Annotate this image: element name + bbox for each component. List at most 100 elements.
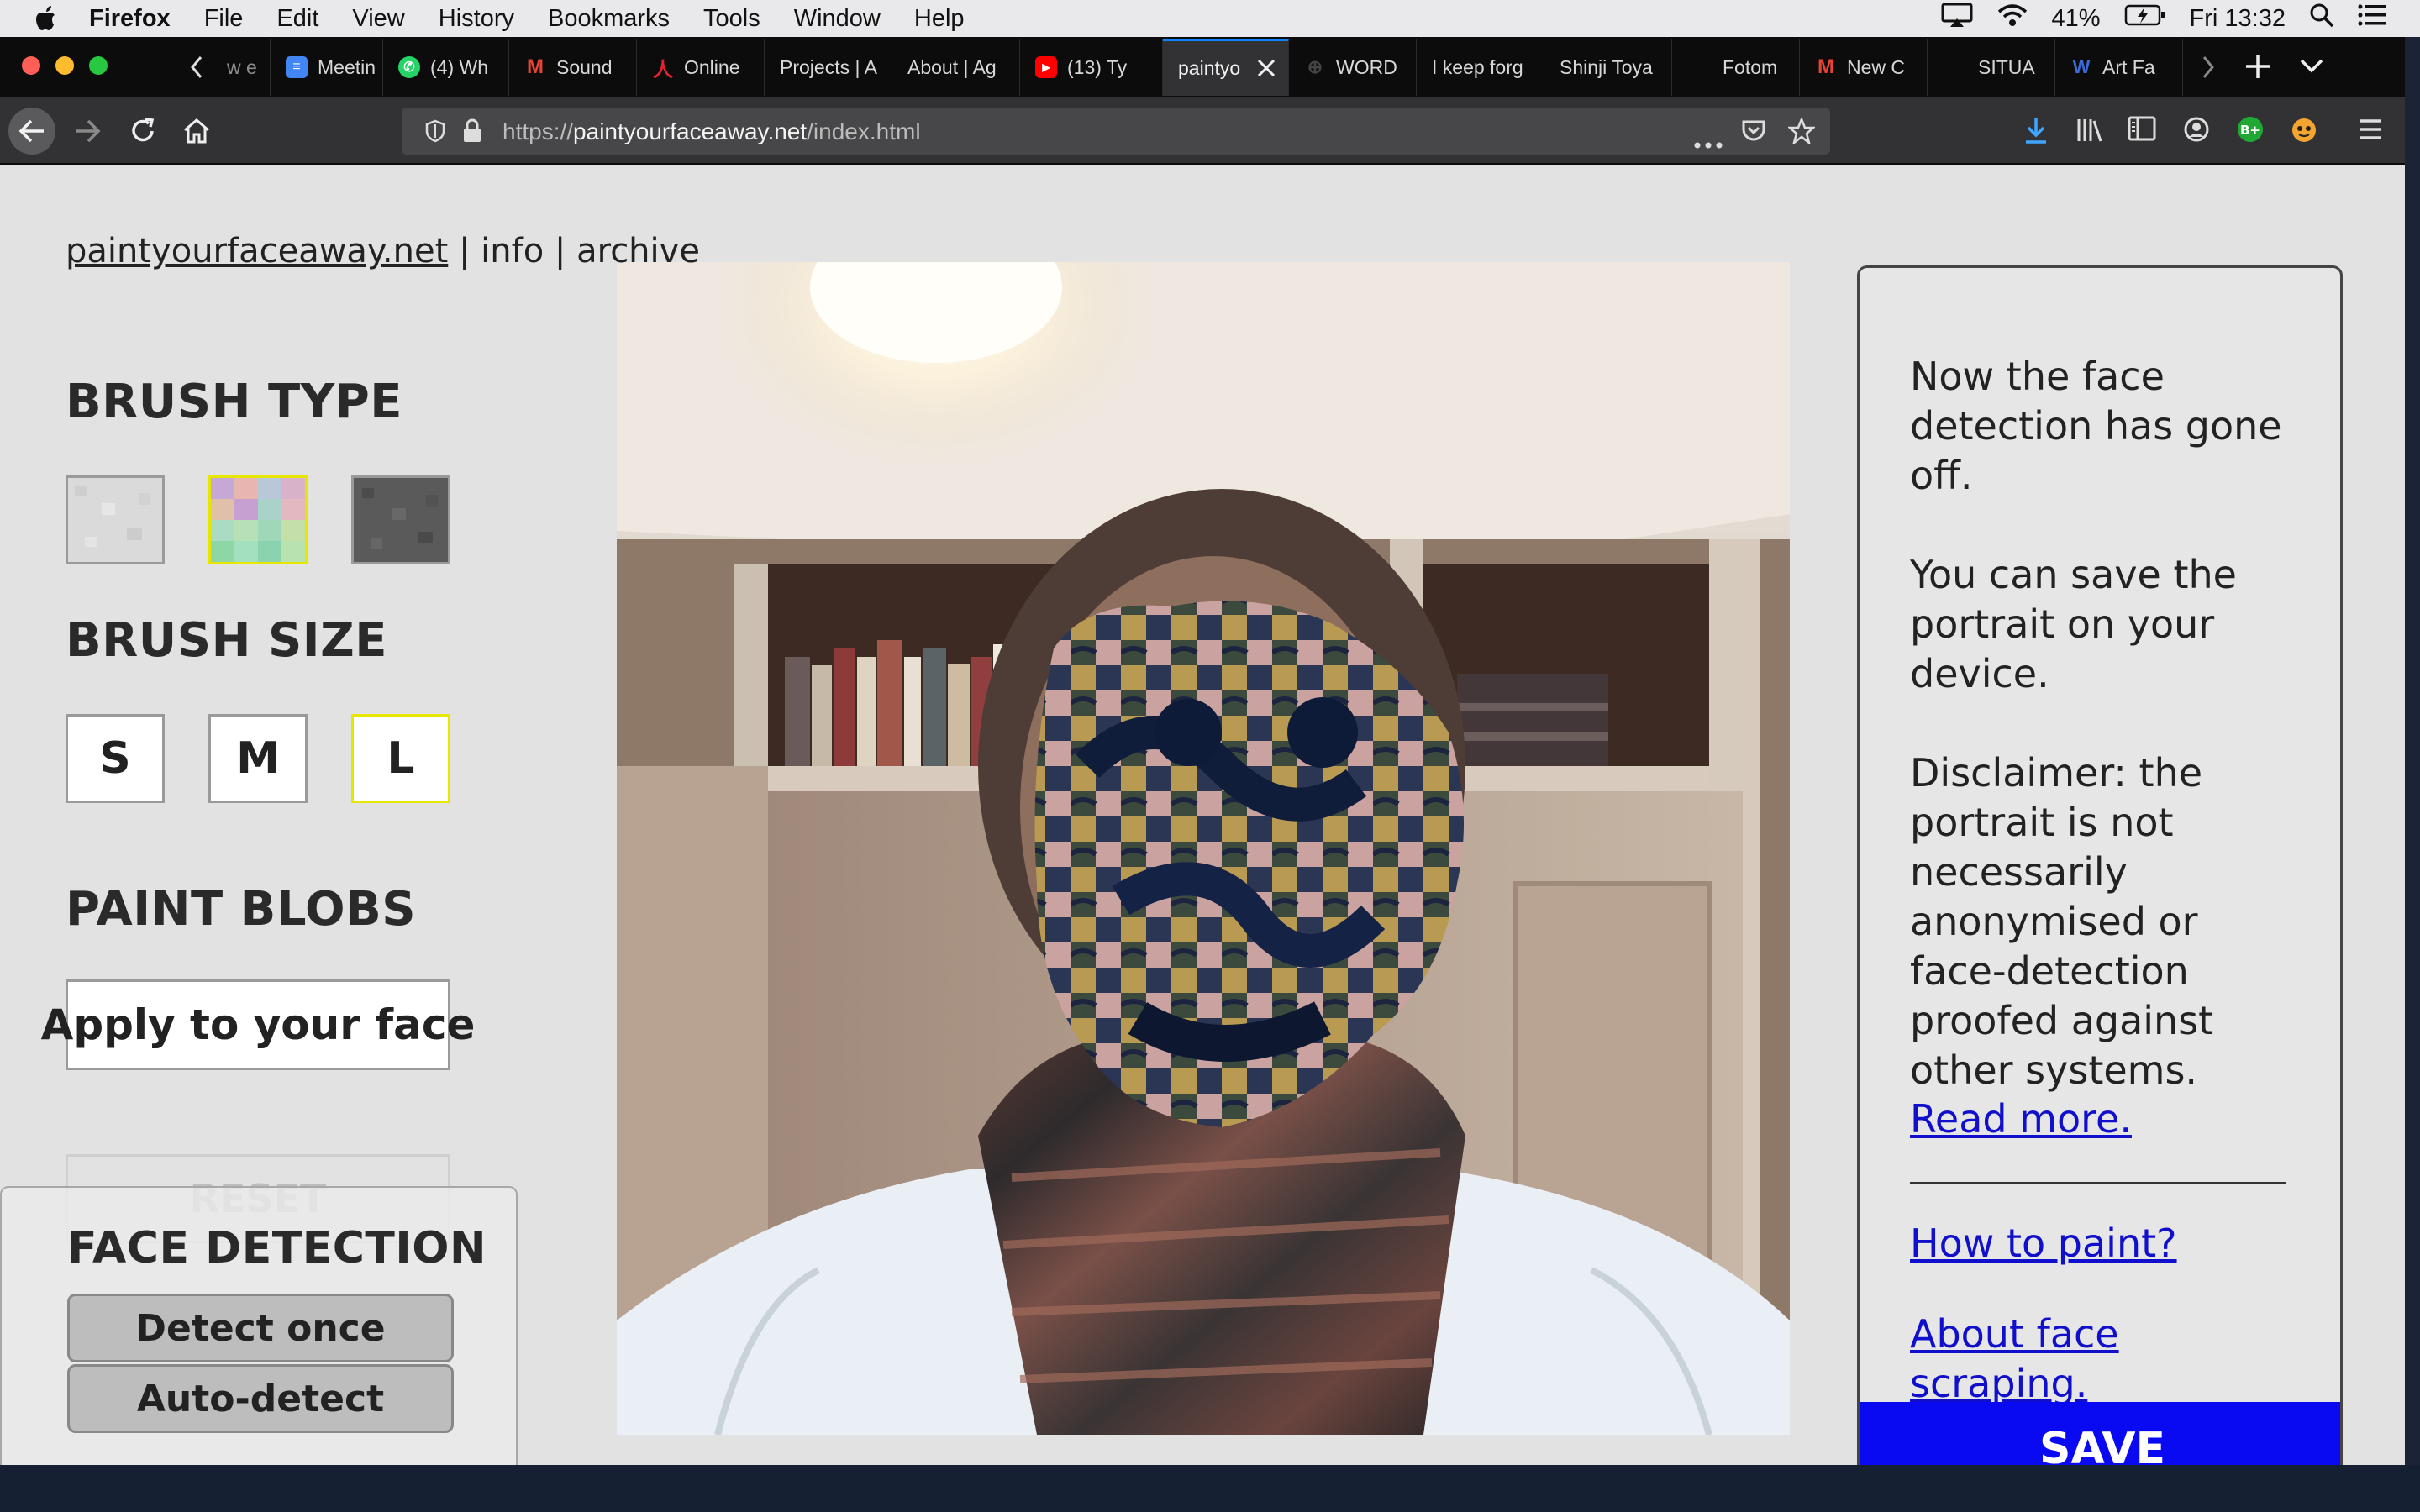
menu-tools[interactable]: Tools xyxy=(703,5,760,33)
reload-button[interactable] xyxy=(119,108,166,155)
menu-view[interactable]: View xyxy=(352,5,404,33)
brush-size-heading: BRUSH SIZE xyxy=(66,613,387,668)
panel-divider xyxy=(1910,1182,2286,1184)
panel-save-info-text: You can save the portrait on your device… xyxy=(1910,552,2237,696)
menu-bookmarks[interactable]: Bookmarks xyxy=(548,5,670,33)
menu-clock[interactable]: Fri 13:32 xyxy=(2190,5,2286,33)
close-tab-icon[interactable] xyxy=(1256,58,1276,83)
wordpress-icon: W xyxy=(2072,56,2091,77)
page-actions-ellipsis-icon[interactable] xyxy=(1694,128,1723,155)
mac-menu-bar: Firefox File Edit View History Bookmarks… xyxy=(0,0,2420,37)
menu-window[interactable]: Window xyxy=(794,5,881,33)
browser-window: w e ≡ Meetin ✆ (4) Wh M Sound 人 Online P… xyxy=(0,37,2405,1465)
new-tab-icon[interactable] xyxy=(2244,52,2272,84)
menu-help[interactable]: Help xyxy=(914,5,965,33)
auto-detect-button[interactable]: Auto-detect xyxy=(67,1364,454,1433)
tab-item[interactable]: ✆ (4) Wh xyxy=(383,39,509,96)
menu-file[interactable]: File xyxy=(204,5,244,33)
how-to-paint-link[interactable]: How to paint? xyxy=(1910,1219,2305,1268)
url-text: https://paintyourfaceaway.net/index.html xyxy=(502,118,921,145)
face-detection-panel: FACE DETECTION Detect once Auto-detect xyxy=(0,1186,518,1465)
forward-button[interactable] xyxy=(64,108,111,155)
tab-item[interactable]: About | Ag xyxy=(892,39,1020,96)
tab-item[interactable]: I keep forg xyxy=(1417,39,1544,96)
library-icon[interactable] xyxy=(2075,116,2104,148)
menu-edit[interactable]: Edit xyxy=(276,5,318,33)
archive-link[interactable]: archive xyxy=(576,232,700,270)
brush-size-large-button[interactable]: L xyxy=(351,714,450,803)
brush-size-medium-button[interactable]: M xyxy=(208,714,308,803)
tab-item[interactable]: ⊕ WORD xyxy=(1289,39,1417,96)
nav-separator: | xyxy=(448,232,481,270)
site-home-link[interactable]: paintyourfaceaway.net xyxy=(66,232,448,270)
tab-scroll-left-icon[interactable] xyxy=(188,54,205,84)
tab-item[interactable]: w e xyxy=(212,39,271,96)
panel-status-text: Now the face detection has gone off. xyxy=(1910,354,2282,498)
info-panel: Now the face detection has gone off. You… xyxy=(1857,265,2343,1465)
brush-size-small-button[interactable]: S xyxy=(66,714,165,803)
status-area: 41% Fri 13:32 xyxy=(1941,0,2387,37)
tab-item[interactable]: Projects | A xyxy=(765,39,892,96)
globe-icon: ⊕ xyxy=(1307,56,1323,77)
minimize-window-button[interactable] xyxy=(55,56,74,75)
battery-icon[interactable] xyxy=(2124,3,2166,34)
home-button[interactable] xyxy=(173,108,220,155)
spotlight-icon[interactable] xyxy=(2309,3,2334,34)
save-button[interactable]: SAVE xyxy=(1860,1402,2340,1465)
google-docs-icon: ≡ xyxy=(286,56,308,78)
tracking-protection-shield-icon[interactable] xyxy=(425,119,445,149)
back-button[interactable] xyxy=(8,108,55,155)
tab-item[interactable]: ▶ (13) Ty xyxy=(1020,39,1163,96)
tab-item[interactable]: Shinji Toya xyxy=(1544,39,1672,96)
tab-item[interactable]: M New C xyxy=(1800,39,1928,96)
about-face-scraping-link[interactable]: About face scraping. xyxy=(1910,1310,2305,1409)
extension-green-icon[interactable]: B+ xyxy=(2237,116,2264,146)
menu-app-name[interactable]: Firefox xyxy=(89,5,171,33)
tab-item[interactable]: W Art Fa xyxy=(2055,39,2183,96)
brush-type-colour-noise-swatch[interactable] xyxy=(208,475,308,564)
tab-strip: w e ≡ Meetin ✆ (4) Wh M Sound 人 Online P… xyxy=(0,37,2405,97)
tab-item[interactable]: 人 Online xyxy=(637,39,765,96)
bookmark-star-icon[interactable] xyxy=(1786,116,1817,150)
read-more-link[interactable]: Read more. xyxy=(1910,1095,2305,1144)
apple-icon[interactable] xyxy=(35,4,60,33)
apply-to-face-button[interactable]: Apply to your face xyxy=(41,979,475,1070)
downloads-icon[interactable] xyxy=(2023,116,2049,148)
battery-percent: 41% xyxy=(2051,4,2101,32)
desktop-background xyxy=(0,1465,2420,1512)
lock-icon[interactable] xyxy=(462,118,482,150)
url-bar[interactable]: https://paintyourfaceaway.net/index.html xyxy=(402,108,1830,155)
gmail-icon: M xyxy=(527,55,544,78)
tab-scroll-right-icon[interactable] xyxy=(2200,54,2217,84)
home-icon xyxy=(184,118,209,144)
pocket-icon[interactable] xyxy=(1741,119,1766,149)
tab-item[interactable]: M Sound xyxy=(509,39,637,96)
tab-item-active[interactable]: paintyo xyxy=(1163,39,1289,96)
hamburger-menu-icon[interactable] xyxy=(2358,118,2383,144)
extension-tampermonkey-icon[interactable] xyxy=(2291,116,2317,146)
back-arrow-icon xyxy=(18,119,44,143)
notification-center-icon[interactable] xyxy=(2358,3,2386,34)
url-scheme: https:// xyxy=(502,118,574,144)
webcam-portrait-image xyxy=(617,262,1790,1435)
close-window-button[interactable] xyxy=(22,56,40,75)
zoom-window-button[interactable] xyxy=(89,56,108,75)
menu-history[interactable]: History xyxy=(439,5,514,33)
brush-type-light-noise-swatch[interactable] xyxy=(66,475,165,564)
tab-item[interactable]: Fotom xyxy=(1672,39,1800,96)
tab-item[interactable]: ≡ Meetin xyxy=(271,39,383,96)
tab-list-chevron-icon[interactable] xyxy=(2299,57,2324,79)
url-host: paintyourfaceaway.net xyxy=(573,118,808,144)
account-icon[interactable] xyxy=(2183,116,2210,146)
panel-disclaimer-text: Disclaimer: the portrait is not necessar… xyxy=(1910,750,2214,1093)
brush-type-dark-noise-swatch[interactable] xyxy=(351,475,450,564)
svg-text:B+: B+ xyxy=(2240,123,2260,138)
sidebar-toggle-icon[interactable] xyxy=(2128,116,2156,144)
airplay-icon[interactable] xyxy=(1941,3,1973,34)
tab-item[interactable]: SITUA xyxy=(1928,39,2055,96)
webcam-canvas[interactable] xyxy=(617,262,1790,1435)
nav-separator: | xyxy=(544,232,577,270)
wifi-icon[interactable] xyxy=(1996,3,2028,34)
detect-once-button[interactable]: Detect once xyxy=(67,1294,454,1362)
info-link[interactable]: info xyxy=(481,232,544,270)
